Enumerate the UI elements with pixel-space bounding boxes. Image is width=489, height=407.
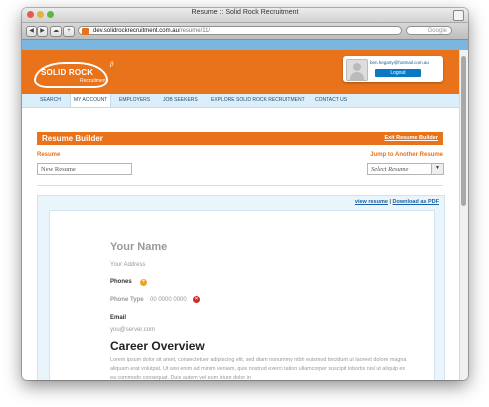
browser-toolbar: ◀ ▶ ☁ + dev.solidrockrecruitment.com.au/… bbox=[22, 23, 468, 40]
delete-phone-icon[interactable]: ✕ bbox=[193, 296, 200, 303]
user-panel: ben.hegarty@hotmail.com.au Logout bbox=[343, 56, 443, 82]
avatar bbox=[346, 59, 368, 81]
email-heading: Email bbox=[110, 315, 127, 321]
add-bookmark-icon[interactable]: + bbox=[63, 26, 75, 37]
career-overview-text[interactable]: Lorem ipsum dolor sit amet, consectetuer… bbox=[110, 356, 410, 380]
nav-item-job-seekers[interactable]: JOB SEEKERS bbox=[163, 94, 198, 107]
preview-links: view resume | Download as PDF bbox=[355, 199, 439, 205]
forward-icon[interactable]: ▶ bbox=[37, 26, 48, 37]
page-content: SOLID ROCK Recruitment β ben.hegarty@hot… bbox=[22, 50, 460, 380]
nav-item-my-account[interactable]: MY ACCOUNT bbox=[70, 94, 112, 107]
scrollbar-thumb[interactable] bbox=[461, 56, 466, 206]
site-header: SOLID ROCK Recruitment β ben.hegarty@hot… bbox=[22, 50, 460, 94]
window-title: Resume :: Solid Rock Recruitment bbox=[191, 9, 299, 16]
download-pdf-link[interactable]: Download as PDF bbox=[393, 199, 439, 205]
resume-name-field[interactable]: Your Name bbox=[110, 241, 167, 253]
main-nav: SEARCH MY ACCOUNT EMPLOYERS JOB SEEKERS … bbox=[22, 94, 460, 108]
url-host: dev.solidrockrecruitment.com.au bbox=[93, 28, 179, 34]
divider bbox=[37, 185, 443, 186]
beta-mark: β bbox=[110, 62, 114, 68]
cloud-icon[interactable]: ☁ bbox=[50, 26, 62, 37]
nav-item-employers[interactable]: EMPLOYERS bbox=[119, 94, 150, 107]
search-field[interactable]: Google bbox=[406, 26, 452, 35]
user-email: ben.hegarty@hotmail.com.au bbox=[370, 60, 429, 65]
logo-subtitle: Recruitment bbox=[80, 78, 107, 84]
link-separator: | bbox=[389, 199, 392, 205]
logout-button[interactable]: Logout bbox=[375, 69, 421, 77]
avatar-body-icon bbox=[350, 72, 364, 80]
resume-address-field[interactable]: Your Address bbox=[110, 262, 145, 268]
url-path: /resume/11/ bbox=[178, 28, 211, 34]
phone-number-field[interactable]: 00 0000 0000 bbox=[150, 297, 187, 303]
career-overview-heading: Career Overview bbox=[110, 339, 205, 353]
logo-text: SOLID ROCK bbox=[41, 68, 94, 77]
resume-builder-bar: Resume Builder Exit Resume Builder bbox=[37, 132, 443, 145]
nav-item-search[interactable]: SEARCH bbox=[40, 94, 61, 107]
toolbar-toggle-icon[interactable] bbox=[453, 10, 464, 21]
phone-type-field[interactable]: Phone Type bbox=[110, 297, 144, 303]
resume-document: Your Name Your Address Phones + Phone Ty… bbox=[49, 210, 435, 380]
back-icon[interactable]: ◀ bbox=[26, 26, 37, 37]
nav-item-explore[interactable]: EXPLORE SOLID ROCK RECRUITMENT bbox=[211, 94, 305, 107]
browser-window: Resume :: Solid Rock Recruitment ◀ ▶ ☁ +… bbox=[22, 8, 468, 380]
add-phone-icon[interactable]: + bbox=[140, 279, 147, 286]
page-title: Resume Builder bbox=[42, 134, 103, 143]
select-resume-dropdown[interactable]: Select Resume ▼ bbox=[367, 163, 444, 175]
email-field[interactable]: you@server.com bbox=[110, 327, 155, 333]
exit-builder-link[interactable]: Exit Resume Builder bbox=[385, 132, 439, 145]
select-resume-value: Select Resume bbox=[371, 166, 409, 173]
resume-label: Resume bbox=[37, 152, 61, 158]
nav-item-contact[interactable]: CONTACT US bbox=[315, 94, 347, 107]
jump-label: Jump to Another Resume bbox=[370, 152, 443, 158]
chevron-down-icon[interactable]: ▼ bbox=[431, 164, 443, 174]
resume-preview-panel: view resume | Download as PDF Your Name … bbox=[37, 195, 445, 380]
vertical-scrollbar[interactable] bbox=[459, 50, 468, 380]
favicon-icon bbox=[82, 28, 89, 35]
avatar-head-icon bbox=[353, 63, 361, 71]
view-resume-link[interactable]: view resume bbox=[355, 199, 388, 205]
title-bar: Resume :: Solid Rock Recruitment bbox=[22, 8, 468, 23]
address-bar[interactable]: dev.solidrockrecruitment.com.au/resume/1… bbox=[78, 26, 402, 35]
resume-name-input[interactable]: New Resume bbox=[37, 163, 132, 175]
phones-heading: Phones bbox=[110, 279, 132, 285]
